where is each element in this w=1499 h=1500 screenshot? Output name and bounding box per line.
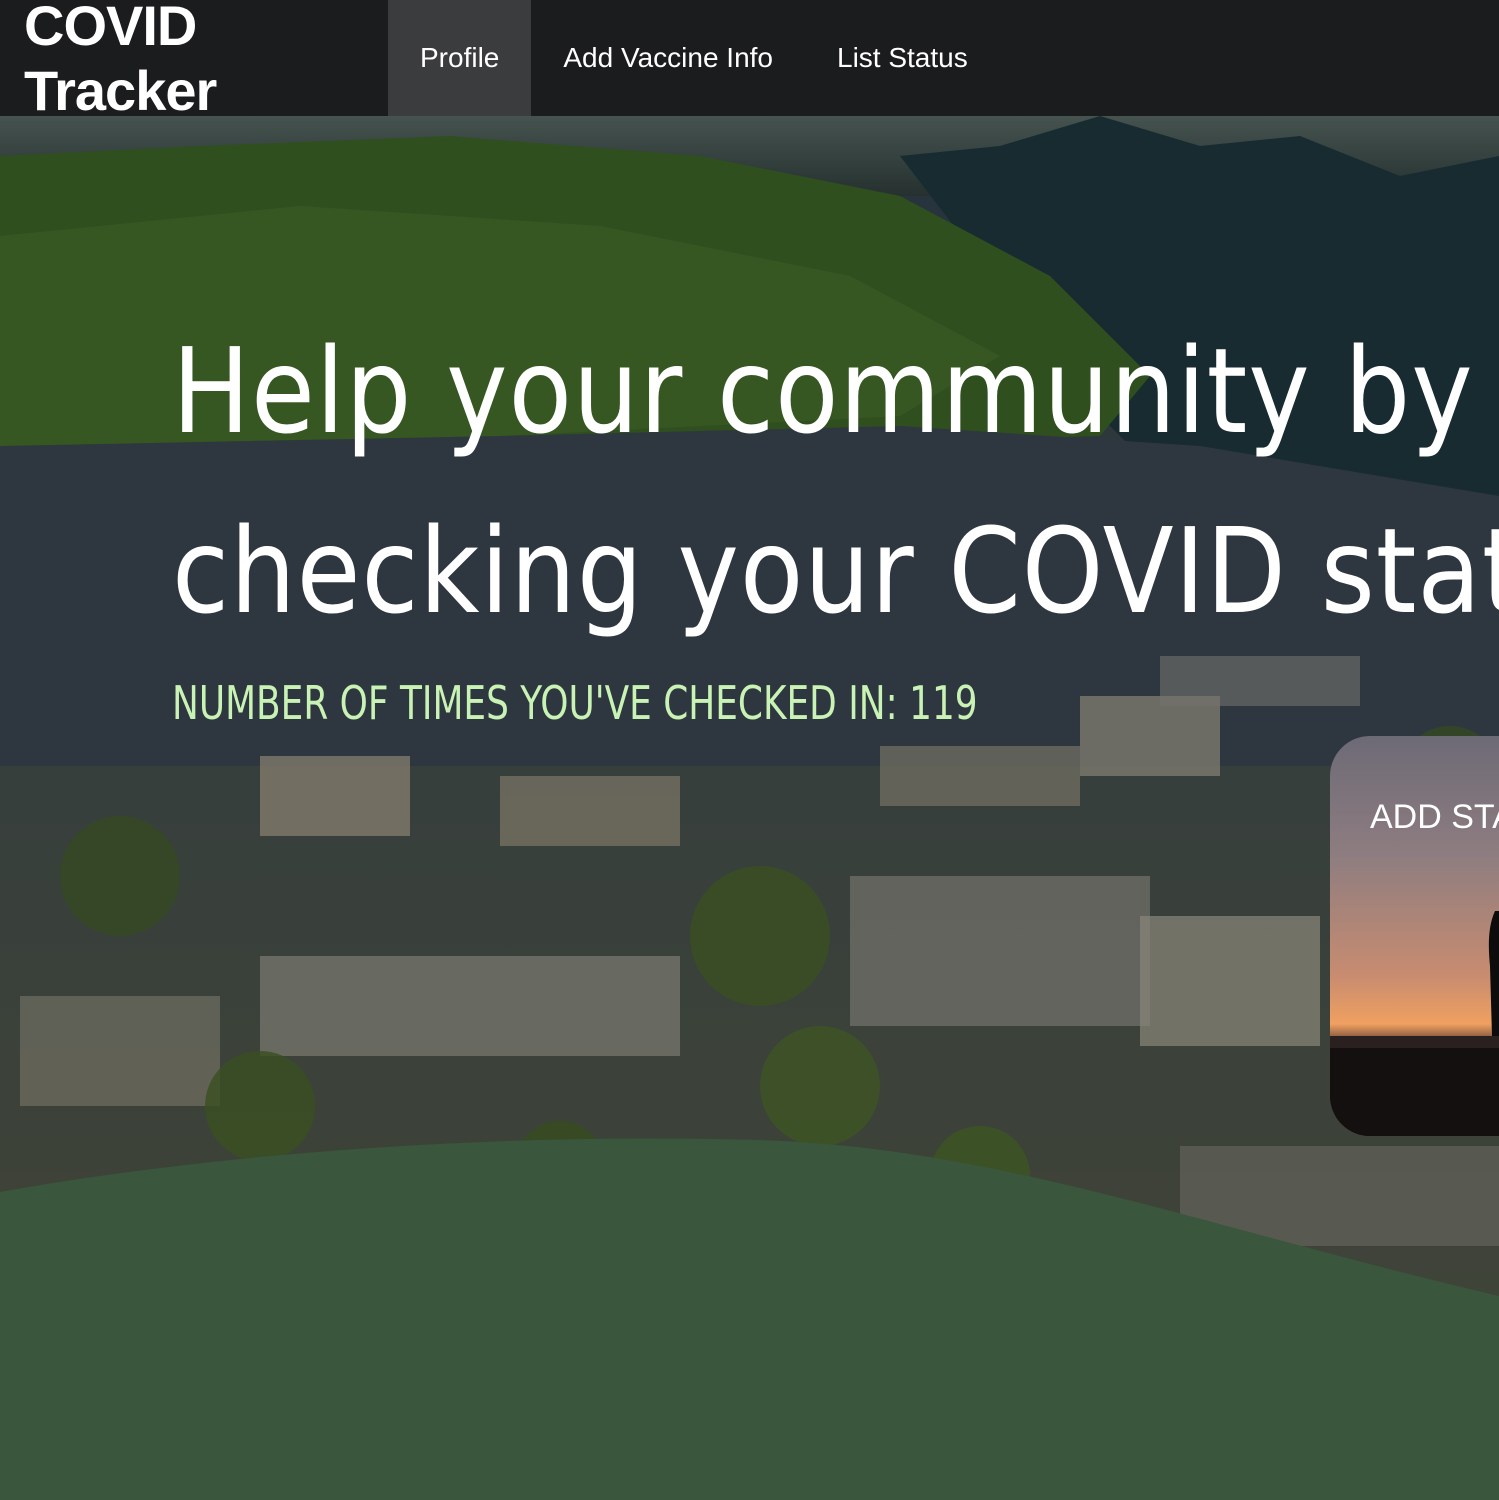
green-wave-divider — [0, 1138, 1499, 1500]
nav-item-list-status[interactable]: List Status — [805, 0, 1000, 116]
brand-logo[interactable]: COVID Tracker — [0, 0, 388, 122]
add-status-label: ADD STATUS — [1370, 798, 1499, 836]
hero-title: Help your community by checking your COV… — [172, 301, 1499, 661]
top-navbar: COVID Tracker Profile Add Vaccine Info L… — [0, 0, 1499, 122]
nav-item-add-vaccine-info[interactable]: Add Vaccine Info — [531, 0, 805, 116]
hero-title-line2: checking your COVID status — [172, 502, 1499, 640]
sunset-silhouette-image — [1330, 911, 1499, 1136]
hero-title-line1: Help your community by — [172, 322, 1474, 460]
nav-item-profile[interactable]: Profile — [388, 0, 532, 116]
add-status-card[interactable]: ADD STATUS — [1330, 736, 1499, 1136]
checkin-count-text: NUMBER OF TIMES YOU'VE CHECKED IN: 119 — [172, 676, 978, 730]
hero-section: Help your community by checking your COV… — [0, 116, 1499, 1500]
